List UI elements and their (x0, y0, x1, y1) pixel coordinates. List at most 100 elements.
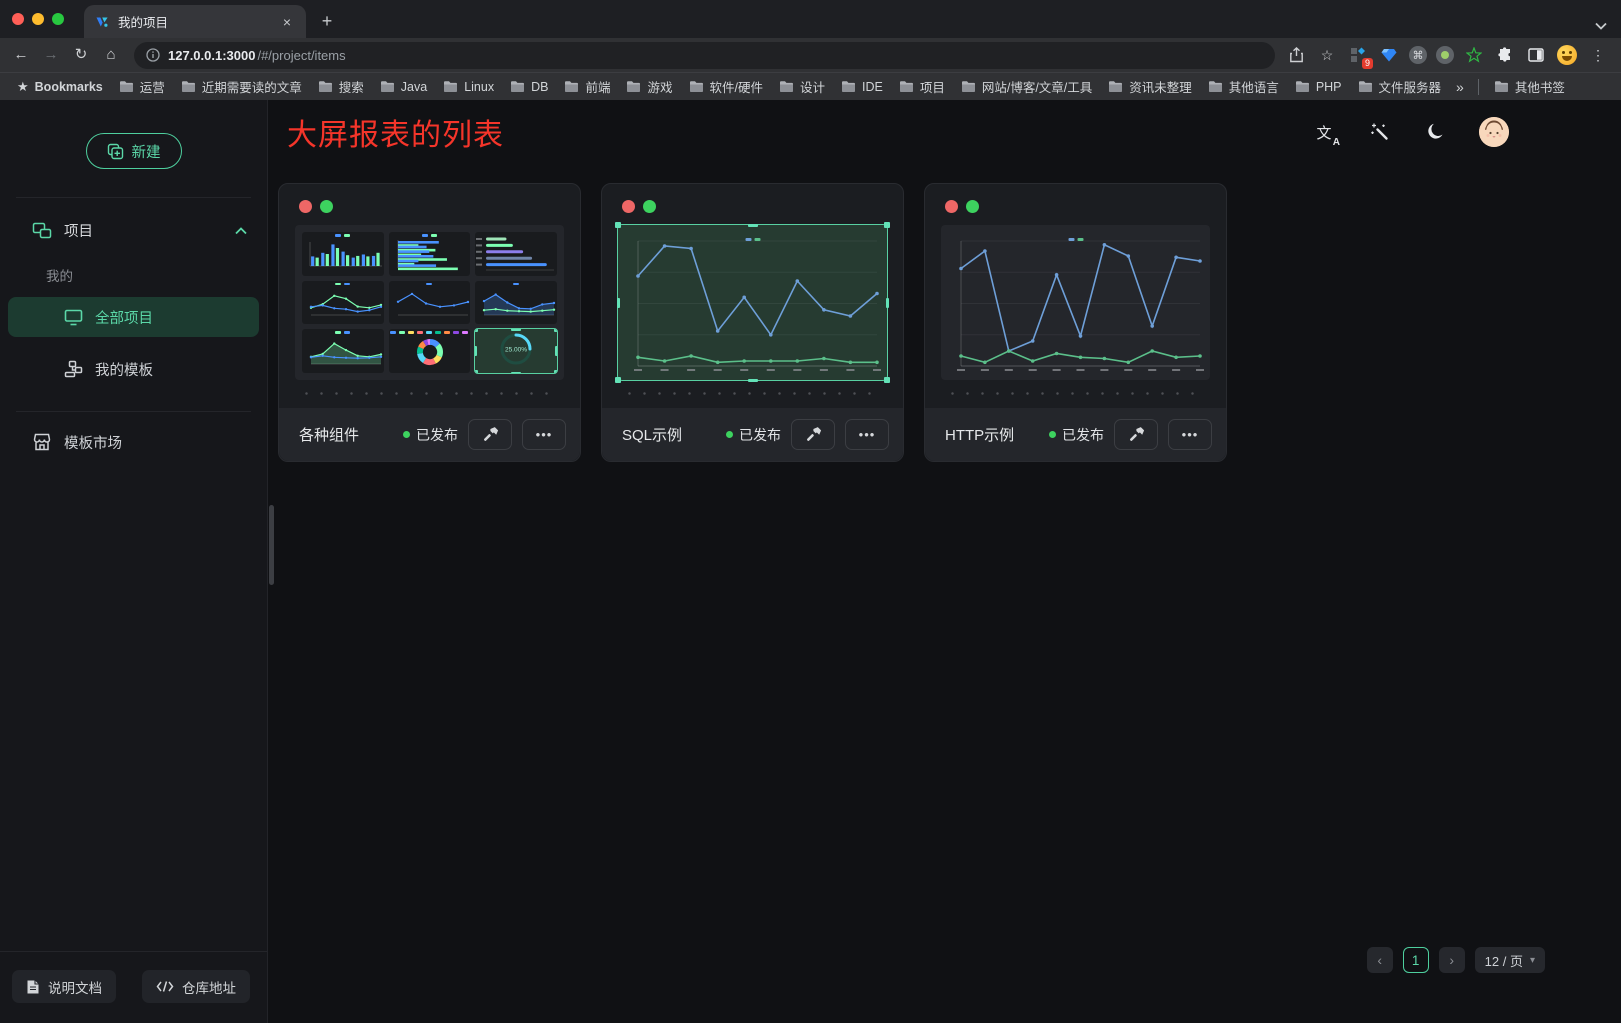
reload-icon[interactable]: ↻ (68, 42, 94, 68)
recorder-extension-icon[interactable] (1436, 46, 1454, 64)
edit-project-button[interactable] (1114, 419, 1158, 450)
bookmark-folder-item[interactable]: DB (503, 74, 555, 99)
bookmark-folder-item[interactable]: 文件服务器 (1351, 74, 1449, 99)
address-bar[interactable]: 127.0.0.1:3000 /#/project/items (134, 42, 1275, 69)
bookmark-folder-item[interactable]: 前端 (557, 74, 617, 99)
scrollbar-thumb[interactable] (269, 505, 274, 585)
bookmark-folder-label: PHP (1316, 80, 1342, 94)
extensions-puzzle-icon[interactable] (1494, 44, 1516, 66)
bookmarks-root[interactable]: ★ Bookmarks (10, 76, 110, 98)
edit-project-button[interactable] (468, 419, 512, 450)
my-templates-label: 我的模板 (95, 359, 153, 380)
bookmarks-overflow-chevron[interactable]: » (1450, 79, 1470, 95)
bookmark-folder-item[interactable]: 搜索 (311, 74, 371, 99)
status-dot (1049, 431, 1056, 438)
bookmark-folder-list: 运营近期需要读的文章搜索JavaLinuxDB前端游戏软件/硬件设计IDE项目网… (112, 74, 1448, 99)
profile-avatar-icon[interactable] (1556, 44, 1578, 66)
prev-page-button[interactable]: ‹ (1367, 947, 1393, 973)
selection-handle[interactable] (475, 346, 477, 356)
bookmark-folder-item[interactable]: 网站/博客/文章/工具 (954, 74, 1099, 99)
bookmark-folder-item[interactable]: Linux (436, 74, 501, 99)
more-options-button[interactable]: ••• (522, 419, 566, 450)
selection-handle[interactable] (511, 372, 521, 374)
close-window-button[interactable] (12, 13, 24, 25)
selection-handle[interactable] (615, 222, 621, 228)
gem-icon[interactable] (1378, 44, 1400, 66)
side-panel-icon[interactable] (1525, 44, 1547, 66)
sidebar-item-all-projects[interactable]: 全部项目 (8, 297, 259, 337)
status-label: 已发布 (1062, 425, 1104, 445)
bookmark-folder-item[interactable]: 其他语言 (1201, 74, 1286, 99)
new-tab-button[interactable]: + (314, 8, 340, 34)
project-card[interactable]: 25.00% 各种组件 已发布 ••• (278, 183, 581, 462)
bookmark-folder-item[interactable]: PHP (1288, 74, 1349, 99)
bookmark-folder-item[interactable]: 运营 (112, 74, 172, 99)
new-project-button[interactable]: 新建 (86, 133, 182, 169)
more-options-button[interactable]: ••• (845, 419, 889, 450)
hammer-icon (482, 426, 499, 443)
minimize-window-button[interactable] (32, 13, 44, 25)
bookmark-folder-item[interactable]: IDE (834, 74, 890, 99)
page-size-select[interactable]: 12 / 页 ▾ (1475, 947, 1545, 973)
template-icon (64, 360, 83, 378)
selection-handle[interactable] (748, 224, 758, 227)
selection-handle[interactable] (884, 377, 890, 383)
mini-chart-canvas (302, 237, 384, 276)
forward-icon[interactable]: → (38, 42, 64, 68)
sidebar-section-projects[interactable]: 项目 (0, 198, 267, 241)
bookmark-folder-item[interactable]: 软件/硬件 (682, 74, 770, 99)
zoom-window-button[interactable] (52, 13, 64, 25)
browser-tab[interactable]: 我的项目 × (84, 5, 306, 38)
mini-chart-canvas (475, 232, 557, 276)
current-page-button[interactable]: 1 (1403, 947, 1429, 973)
project-name: HTTP示例 (945, 424, 1039, 445)
share-icon[interactable] (1285, 44, 1307, 66)
page-size-value: 12 / 页 (1485, 951, 1523, 970)
tab-close-icon[interactable]: × (278, 13, 296, 31)
dotted-separator (299, 392, 560, 395)
bookmark-folder-item[interactable]: 游戏 (619, 74, 679, 99)
next-page-button[interactable]: › (1439, 947, 1465, 973)
project-card[interactable]: SQL示例 已发布 ••• (601, 183, 904, 462)
magic-wand-icon[interactable] (1367, 119, 1393, 145)
selection-handle[interactable] (886, 298, 889, 308)
home-icon[interactable]: ⌂ (98, 42, 124, 68)
site-info-icon[interactable] (146, 48, 160, 62)
selection-handle[interactable] (555, 346, 557, 356)
edit-project-button[interactable] (791, 419, 835, 450)
mini-chart-line (389, 281, 471, 325)
project-card[interactable]: HTTP示例 已发布 ••• (924, 183, 1227, 462)
card-traffic-dots (602, 184, 903, 213)
command-extension-icon[interactable]: ⌘ (1409, 46, 1427, 64)
selection-handle[interactable] (884, 222, 890, 228)
bookmark-folder-item[interactable]: 近期需要读的文章 (174, 74, 309, 99)
bookmark-folder-item[interactable]: 设计 (772, 74, 832, 99)
extension-blocks-icon[interactable]: 9 (1347, 44, 1369, 66)
selection-handle[interactable] (554, 329, 557, 332)
green-star-extension-icon[interactable] (1463, 44, 1485, 66)
bookmark-folder-item[interactable]: 项目 (892, 74, 952, 99)
bookmark-star-icon[interactable]: ☆ (1316, 44, 1338, 66)
code-icon (156, 980, 174, 993)
docs-button[interactable]: 说明文档 (12, 970, 116, 1003)
chevron-up-icon[interactable] (235, 227, 247, 235)
bookmark-folder-item[interactable]: Java (373, 74, 434, 99)
bookmark-folder-item[interactable]: 资讯未整理 (1101, 74, 1199, 99)
dark-mode-moon-icon[interactable] (1423, 119, 1449, 145)
selection-handle[interactable] (554, 370, 557, 373)
tab-search-chevron-icon[interactable] (1595, 22, 1607, 30)
back-icon[interactable]: ← (8, 42, 34, 68)
other-bookmarks-folder[interactable]: 其他书签 (1487, 74, 1572, 99)
selection-handle[interactable] (615, 377, 621, 383)
more-options-button[interactable]: ••• (1168, 419, 1212, 450)
user-avatar[interactable] (1479, 117, 1509, 147)
language-icon[interactable]: 文A (1311, 119, 1337, 145)
selection-handle[interactable] (511, 329, 521, 331)
selection-handle[interactable] (475, 370, 478, 373)
selection-handle[interactable] (617, 298, 620, 308)
selection-handle[interactable] (748, 379, 758, 382)
sidebar-item-template-market[interactable]: 模板市场 (8, 422, 259, 462)
sidebar-item-my-templates[interactable]: 我的模板 (8, 349, 259, 389)
repo-button[interactable]: 仓库地址 (142, 970, 250, 1003)
browser-menu-icon[interactable]: ⋮ (1587, 44, 1609, 66)
